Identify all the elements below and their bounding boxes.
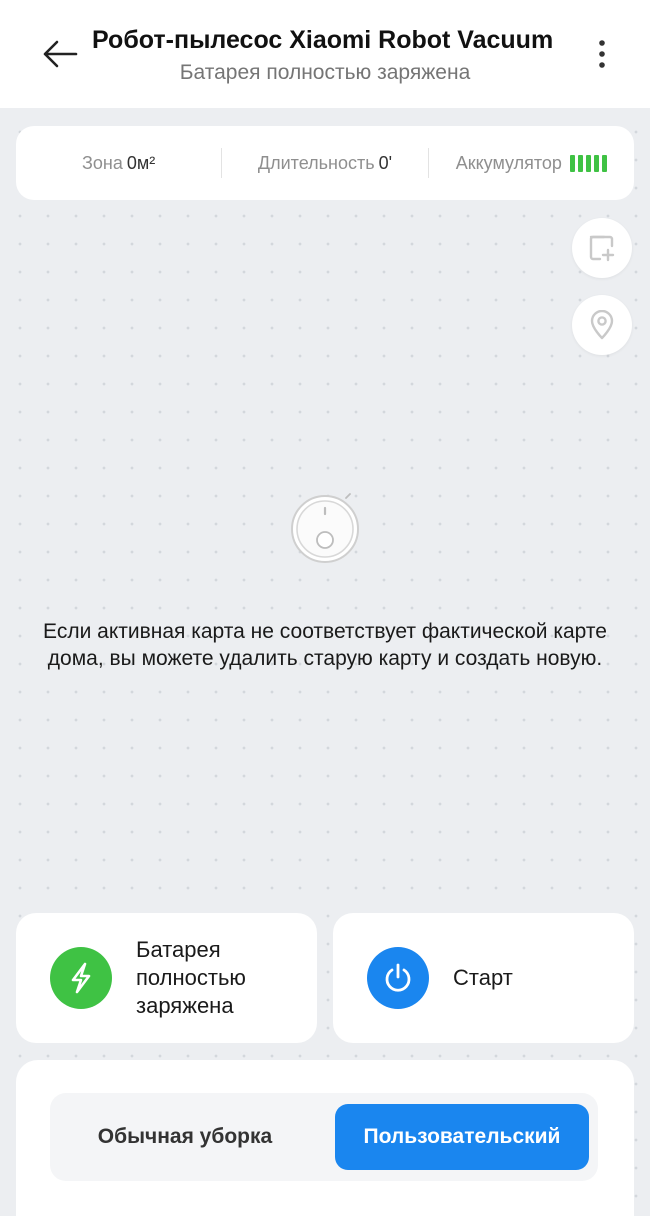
cleaning-mode-panel: Обычная уборка Пользовательский bbox=[16, 1060, 634, 1216]
battery-stat: Аккумулятор bbox=[429, 126, 634, 200]
bolt-icon bbox=[71, 962, 91, 994]
more-vertical-icon bbox=[599, 40, 605, 68]
area-value: 0м² bbox=[126, 152, 156, 173]
page-title: Робот-пылесос Xiaomi Robot Vacuum bbox=[92, 26, 554, 54]
map-notice-text: Если активная карта не соответствует фак… bbox=[43, 620, 607, 670]
battery-bar bbox=[585, 154, 591, 172]
mode-normal-tab[interactable]: Обычная уборка bbox=[58, 1104, 312, 1170]
battery-bar bbox=[593, 154, 599, 172]
location-button[interactable] bbox=[572, 295, 632, 355]
cleaning-stats-card: Зона 0м² Длительность 0' Аккумулятор bbox=[16, 126, 634, 200]
robot-vacuum-screen: Робот-пылесос Xiaomi Robot Vacuum Батаре… bbox=[0, 0, 650, 1216]
battery-status-icon-circle bbox=[50, 947, 112, 1009]
robot-vacuum-icon bbox=[291, 493, 359, 563]
cleaning-mode-switch: Обычная уборка Пользовательский bbox=[50, 1093, 598, 1181]
battery-label: Аккумулятор bbox=[455, 152, 562, 173]
battery-level-indicator bbox=[569, 154, 607, 172]
battery-status-card[interactable]: Батарея полностью заряжена bbox=[16, 913, 317, 1043]
start-icon-circle bbox=[367, 947, 429, 1009]
start-button[interactable]: Старт bbox=[333, 913, 634, 1043]
battery-bar bbox=[601, 154, 607, 172]
device-status-subtitle: Батарея полностью заряжена bbox=[179, 61, 471, 84]
power-icon bbox=[385, 963, 411, 992]
duration-stat: Длительность 0' bbox=[222, 126, 427, 200]
area-stat: Зона 0м² bbox=[16, 126, 221, 200]
map-edit-icon bbox=[589, 235, 615, 262]
start-label: Старт bbox=[453, 965, 513, 990]
battery-bar bbox=[569, 154, 575, 172]
robot-vacuum-marker bbox=[288, 492, 362, 566]
app-header: Робот-пылесос Xiaomi Robot Vacuum Батаре… bbox=[0, 0, 650, 108]
duration-label: Длительность bbox=[257, 152, 375, 173]
more-menu-button[interactable] bbox=[578, 30, 626, 78]
area-label: Зона bbox=[82, 152, 123, 173]
duration-value: 0' bbox=[378, 152, 393, 173]
location-pin-icon bbox=[590, 310, 614, 340]
edit-map-button[interactable] bbox=[572, 218, 632, 278]
battery-bar bbox=[577, 154, 583, 172]
battery-status-label: Батарея полностью заряжена bbox=[136, 937, 246, 1018]
mode-custom-tab[interactable]: Пользовательский bbox=[335, 1104, 589, 1170]
